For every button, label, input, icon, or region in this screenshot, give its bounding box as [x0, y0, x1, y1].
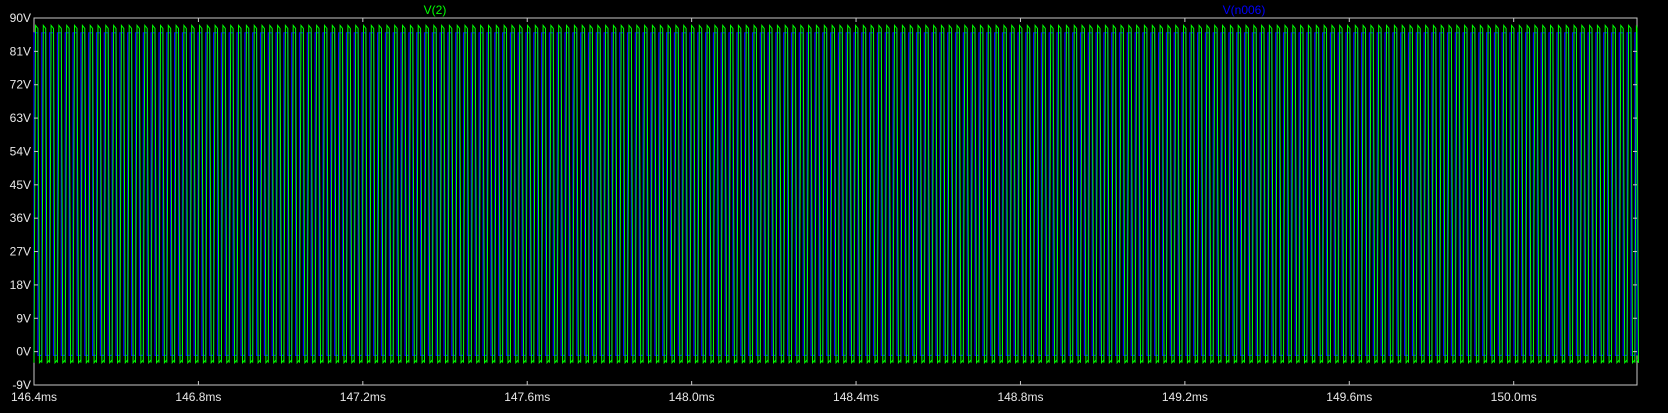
y-tick-label: 18V [10, 278, 31, 292]
traces [33, 23, 1639, 365]
x-tick-label: 149.6ms [1326, 390, 1372, 404]
waveform-viewer: 90V 81V 72V 63V 54V 45V 36V 27V 18V 9V 0V -9V 146.4… [0, 0, 1668, 413]
y-tick-label: 0V [16, 345, 31, 359]
y-tick-label: 45V [10, 178, 31, 192]
x-tick-label: 146.8ms [175, 390, 221, 404]
x-tick-label: 150.0ms [1491, 390, 1537, 404]
y-tick-label: 54V [10, 144, 31, 158]
x-tick-label: 149.2ms [1162, 390, 1208, 404]
trace-label-v2[interactable]: V(2) [424, 3, 447, 17]
x-tick-label: 147.2ms [340, 390, 386, 404]
x-tick-label: 147.6ms [504, 390, 550, 404]
y-tick-label: 63V [10, 111, 31, 125]
trace-v2 [33, 23, 1639, 365]
y-tick-label: 90V [10, 11, 31, 25]
y-tick-label: 27V [10, 245, 31, 259]
x-tick-label: 148.4ms [833, 390, 879, 404]
y-tick-label: 72V [10, 78, 31, 92]
plot-canvas[interactable]: 90V81V72V63V54V45V36V27V18V9V0V-9V 146.4… [0, 0, 1668, 413]
y-tick-label: 36V [10, 211, 31, 225]
x-tick-label: 148.0ms [669, 390, 715, 404]
y-tick-label: 81V [10, 44, 31, 58]
x-tick-label: 148.8ms [997, 390, 1043, 404]
y-tick-label: 9V [16, 311, 31, 325]
trace-label-vn006[interactable]: V(n006) [1223, 3, 1266, 17]
x-tick-label: 146.4ms [11, 390, 57, 404]
